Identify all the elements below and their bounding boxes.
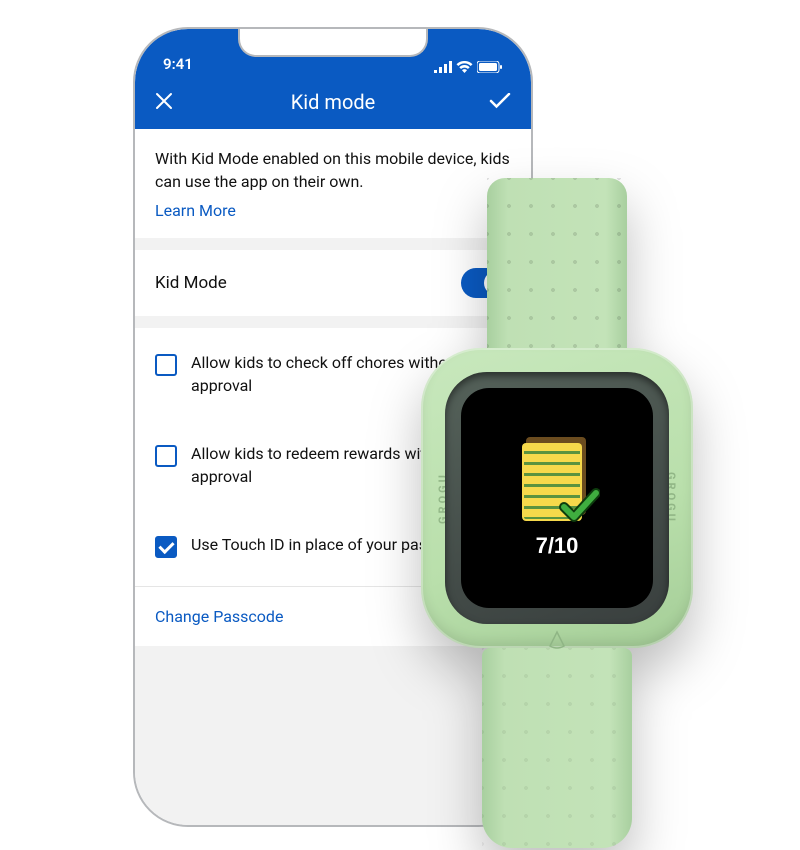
close-button[interactable] [155, 88, 185, 116]
kid-mode-toggle-label: Kid Mode [155, 273, 227, 293]
check-icon [489, 93, 511, 109]
chores-icon [522, 437, 592, 523]
wifi-icon [456, 61, 473, 73]
nav-header: Kid mode [135, 75, 531, 129]
watch-band-top [487, 178, 627, 368]
watch-screen: 7/10 [461, 388, 653, 608]
close-icon [155, 92, 173, 110]
watch-device: GROGU GROGU 7/10 [412, 178, 702, 848]
watch-band-bottom [482, 648, 632, 848]
watch-bezel: 7/10 [445, 372, 669, 624]
status-indicators [434, 61, 503, 73]
checkbox-rewards[interactable] [155, 445, 177, 467]
watch-body: GROGU GROGU 7/10 [421, 348, 693, 648]
phone-notch [238, 29, 428, 57]
checkbox-chores[interactable] [155, 354, 177, 376]
watch-chore-count: 7/10 [536, 533, 579, 559]
checkbox-touch-id[interactable] [155, 536, 177, 558]
status-time: 9:41 [163, 55, 193, 73]
battery-icon [477, 61, 503, 73]
confirm-button[interactable] [481, 90, 511, 114]
checkmark-icon [558, 485, 600, 527]
signal-icon [434, 61, 452, 73]
watch-emblem-icon [542, 630, 572, 650]
page-title: Kid mode [185, 90, 481, 114]
